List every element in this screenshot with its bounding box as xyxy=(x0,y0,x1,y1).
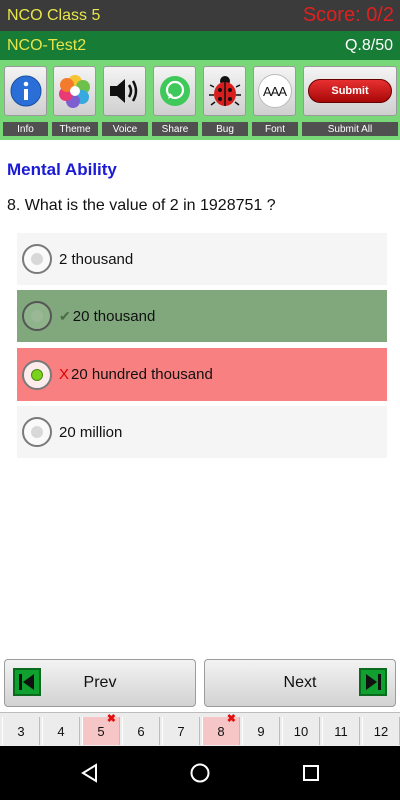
submit-icon: Submit xyxy=(308,79,392,103)
option-text: 20 thousand xyxy=(72,307,156,325)
test-name: NCO-Test2 xyxy=(7,36,87,54)
test-bar: NCO-Test2 Q.8/50 xyxy=(0,31,400,60)
question-cell-5[interactable]: ✖ 5 xyxy=(82,713,120,745)
next-button[interactable]: Next xyxy=(204,659,396,707)
app-title: NCO Class 5 xyxy=(7,6,101,24)
info-icon xyxy=(10,75,41,107)
question-cell-8[interactable]: ✖ 8 xyxy=(202,713,240,745)
next-label: Next xyxy=(283,674,317,691)
info-button[interactable] xyxy=(4,66,47,116)
radio-button[interactable] xyxy=(22,244,52,274)
score-display: Score: 0/2 xyxy=(302,4,394,26)
submit-icon-text: Submit xyxy=(331,85,369,97)
font-size-icon: AAA xyxy=(257,74,292,108)
question-cell-12[interactable]: 12 xyxy=(362,717,400,745)
font-label: Font xyxy=(252,122,298,136)
speaker-icon xyxy=(109,79,137,103)
theme-button[interactable] xyxy=(53,66,96,116)
voice-label: Voice xyxy=(102,122,148,136)
font-icon-text: AAA xyxy=(262,83,287,99)
question-cell-7[interactable]: 7 xyxy=(162,717,200,745)
wrong-x-icon: X xyxy=(59,366,70,383)
question-text: 8. What is the value of 2 in 1928751 ? xyxy=(7,197,276,214)
prev-button[interactable]: Prev xyxy=(4,659,196,707)
bug-button[interactable] xyxy=(203,66,246,116)
radio-button[interactable] xyxy=(22,301,52,331)
bug-label: Bug xyxy=(202,122,248,136)
option-text: 20 million xyxy=(59,423,123,441)
first-page-icon xyxy=(13,668,41,696)
share-icon xyxy=(159,76,190,106)
question-cell-9[interactable]: 9 xyxy=(242,717,280,745)
bug-icon xyxy=(208,76,241,106)
recents-icon[interactable] xyxy=(301,763,321,783)
share-button[interactable] xyxy=(153,66,196,116)
wrong-marker-icon: ✖ xyxy=(226,713,236,725)
submit-all-label: Submit All xyxy=(302,122,398,136)
option-1[interactable]: 2 thousand xyxy=(17,233,387,285)
question-cell-4[interactable]: 4 xyxy=(42,717,80,745)
radio-button[interactable] xyxy=(22,417,52,447)
option-text: 2 thousand xyxy=(59,250,134,268)
question-counter: Q.8/50 xyxy=(344,36,393,54)
question-cell-10[interactable]: 10 xyxy=(282,717,320,745)
submit-all-button[interactable]: Submit xyxy=(303,66,397,116)
home-icon[interactable] xyxy=(189,762,211,784)
theme-icon xyxy=(58,75,90,108)
option-3[interactable]: X 20 hundred thousand xyxy=(17,348,387,401)
theme-label: Theme xyxy=(52,122,98,136)
last-page-icon xyxy=(359,668,387,696)
radio-button[interactable] xyxy=(22,359,52,390)
option-4[interactable]: 20 million xyxy=(17,406,387,458)
question-cell-11[interactable]: 11 xyxy=(322,717,360,745)
toolbar: AAA Submit Info Theme Voice Share Bug Fo… xyxy=(0,60,400,140)
share-label: Share xyxy=(152,122,198,136)
question-cell-3[interactable]: 3 xyxy=(2,717,40,745)
correct-check-icon: ✔ xyxy=(59,307,71,324)
option-2[interactable]: ✔ 20 thousand xyxy=(17,290,387,342)
question-strip[interactable]: 3 4 ✖ 5 6 7 ✖ 8 9 10 11 12 xyxy=(0,712,400,746)
prev-label: Prev xyxy=(83,674,117,691)
question-cell-6[interactable]: 6 xyxy=(122,717,160,745)
section-title: Mental Ability xyxy=(7,160,117,179)
option-text: 20 hundred thousand xyxy=(71,366,213,383)
wrong-marker-icon: ✖ xyxy=(106,713,116,725)
system-nav-bar xyxy=(0,746,400,800)
voice-button[interactable] xyxy=(103,66,146,116)
info-label: Info xyxy=(3,122,48,136)
font-button[interactable]: AAA xyxy=(253,66,296,116)
back-icon[interactable] xyxy=(80,763,100,783)
title-bar: NCO Class 5 Score: 0/2 xyxy=(0,0,400,31)
